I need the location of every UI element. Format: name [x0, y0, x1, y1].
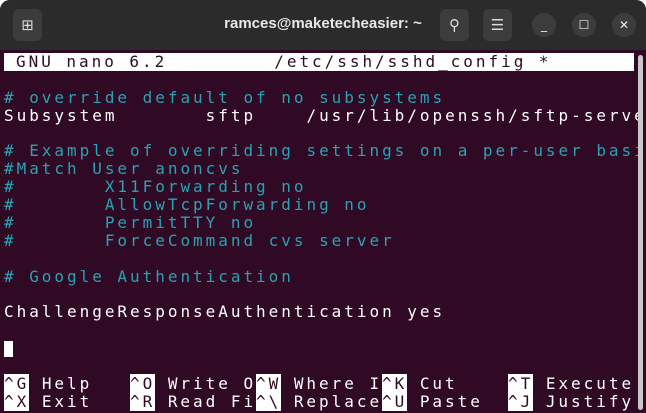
shortcut-label: Justify — [545, 391, 635, 411]
file-name: /etc/ssh/sshd_config * — [274, 52, 552, 71]
menu-button[interactable]: ☰ — [483, 9, 512, 41]
shortcut-read-file[interactable]: ^R Read File — [130, 391, 278, 411]
shortcut-write-out[interactable]: ^O Write Out — [130, 374, 278, 394]
shortcut-label: Cut — [419, 374, 458, 394]
close-icon: ✕ — [618, 18, 630, 32]
shortcut-row: ^X Exit ^R Read File^\ Replace^U Paste ^J … — [4, 391, 635, 411]
shortcut-where-is[interactable]: ^W Where Is — [256, 374, 392, 394]
shortcut-label: Help — [41, 374, 93, 394]
shortcut-cut[interactable]: ^K Cut — [382, 374, 508, 394]
nano-editor[interactable]: GNU nano 6.2/etc/ssh/sshd_config * # ove… — [4, 53, 646, 411]
editor-line: # X11Forwarding no — [4, 177, 307, 197]
maximize-icon: ☐ — [578, 18, 590, 32]
editor-line: Subsystem sftp /usr/lib/openssh/sftp-ser… — [4, 105, 646, 125]
shortcut-key: ^W — [256, 374, 282, 394]
shortcut-label: Execute — [545, 374, 635, 394]
shortcut-key: ^R — [130, 391, 156, 411]
shortcut-key: ^O — [130, 374, 156, 394]
text-cursor — [4, 340, 13, 357]
status-line — [4, 357, 634, 375]
editor-line: # Google Authentication — [4, 266, 294, 286]
shortcut-replace[interactable]: ^\ Replace — [256, 391, 383, 411]
shortcut-exit[interactable]: ^X Exit — [4, 391, 130, 411]
terminal-window: ⊞ ramces@maketecheasier: ~ ⚲ ☰ _ ☐ ✕ GNU… — [0, 0, 646, 413]
shortcut-label: Exit — [41, 391, 93, 411]
shortcut-key: ^\ — [256, 391, 282, 411]
shortcut-row: ^G Help ^O Write Out^W Where Is^K Cut ^T E… — [4, 374, 635, 394]
search-button[interactable]: ⚲ — [440, 9, 469, 41]
shortcut-help[interactable]: ^G Help — [4, 374, 130, 394]
shortcut-key: ^J — [508, 391, 534, 411]
editor-line: #Match User anoncvs — [4, 159, 244, 179]
shortcut-paste[interactable]: ^U Paste — [382, 391, 508, 411]
maximize-button[interactable]: ☐ — [572, 13, 596, 37]
minimize-icon: _ — [541, 18, 547, 32]
shortcut-label: Where Is — [293, 374, 395, 394]
nano-version: GNU nano 6.2 — [16, 52, 168, 71]
shortcut-execute[interactable]: ^T Execute — [508, 374, 635, 394]
minimize-button[interactable]: _ — [532, 13, 556, 37]
shortcut-justify[interactable]: ^J Justify — [508, 391, 635, 411]
shortcut-key: ^X — [4, 391, 30, 411]
editor-line: ChallengeResponseAuthentication yes — [4, 302, 446, 322]
editor-line: # AllowTcpForwarding no — [4, 195, 370, 215]
editor-line: # Example of overriding settings on a pe… — [4, 141, 646, 161]
scrollbar[interactable] — [638, 55, 643, 410]
shortcut-key: ^K — [382, 374, 408, 394]
editor-line: # ForceCommand cvs server — [4, 230, 395, 250]
close-button[interactable]: ✕ — [612, 13, 636, 37]
header-bar: ⊞ ramces@maketecheasier: ~ ⚲ ☰ _ ☐ ✕ — [0, 0, 646, 50]
editor-line: # override default of no subsystems — [4, 87, 446, 107]
shortcut-key: ^T — [508, 374, 534, 394]
shortcut-label: Paste — [419, 391, 483, 411]
shortcut-key: ^U — [382, 391, 408, 411]
nano-title-bar: GNU nano 6.2/etc/ssh/sshd_config * — [4, 53, 634, 71]
shortcut-key: ^G — [4, 374, 30, 394]
search-icon: ⚲ — [449, 16, 460, 34]
editor-line: # PermitTTY no — [4, 213, 257, 233]
shortcut-label: Replace — [293, 391, 383, 411]
cursor-line — [4, 339, 634, 357]
hamburger-icon: ☰ — [490, 16, 505, 34]
